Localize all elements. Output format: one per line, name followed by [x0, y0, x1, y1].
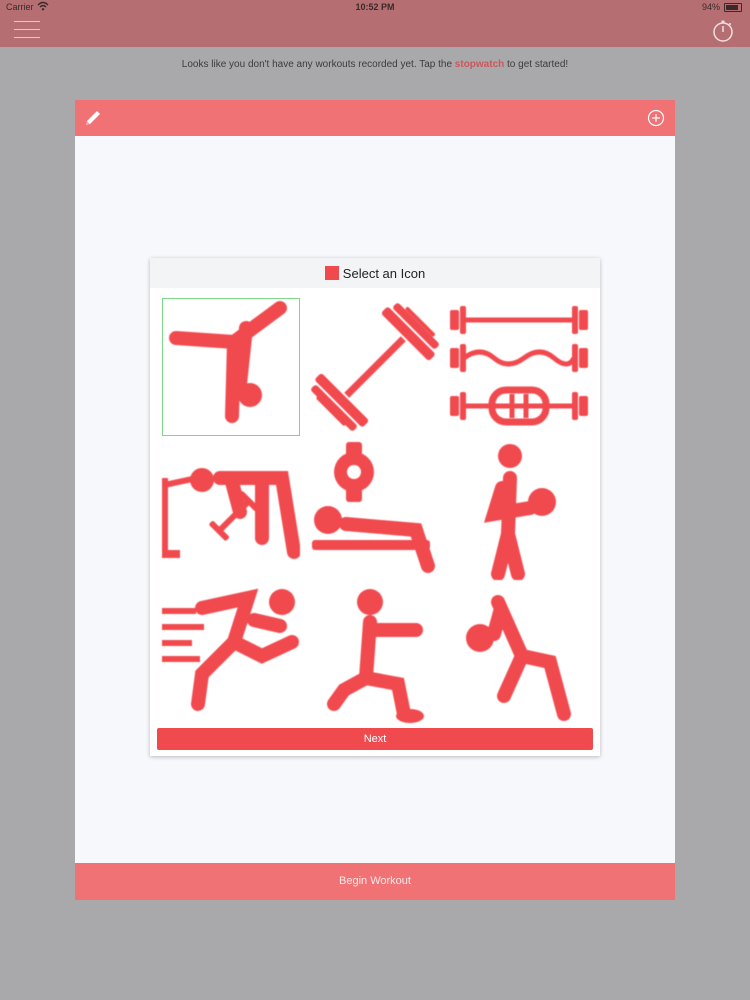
handstand-kick-icon[interactable] — [162, 298, 300, 436]
ball-stretch-icon[interactable] — [450, 586, 588, 724]
dumbbell-icon[interactable] — [306, 298, 444, 436]
color-swatch[interactable] — [324, 266, 339, 280]
nav-bar — [0, 14, 750, 47]
cable-row-icon[interactable] — [162, 442, 300, 580]
card-header — [75, 100, 675, 136]
sprinter-icon[interactable] — [162, 586, 300, 724]
status-bar: Carrier 10:52 PM 94% — [0, 0, 750, 14]
plus-circle-icon[interactable] — [647, 109, 665, 127]
next-button[interactable]: Next — [157, 728, 593, 750]
battery-percent: 94% — [701, 2, 720, 12]
icon-picker-dialog: Select an Icon Next — [150, 258, 600, 756]
message-suffix: to get started! — [504, 59, 569, 70]
pencil-icon[interactable] — [83, 108, 103, 128]
clock: 10:52 PM — [355, 2, 395, 12]
barbells-icon[interactable] — [450, 298, 588, 436]
empty-state-message: Looks like you don't have any workouts r… — [0, 59, 750, 70]
battery-icon — [724, 3, 742, 12]
bench-press-icon[interactable] — [306, 442, 444, 580]
lunge-icon[interactable] — [306, 586, 444, 724]
message-prefix: Looks like you don't have any workouts r… — [181, 59, 455, 70]
stopwatch-icon[interactable] — [712, 20, 734, 42]
icon-grid — [162, 298, 588, 723]
dialog-title-bar: Select an Icon — [150, 258, 600, 288]
begin-workout-button[interactable]: Begin Workout — [75, 863, 675, 900]
dialog-title: Select an Icon — [342, 265, 426, 281]
hamburger-menu-icon[interactable] — [14, 21, 40, 39]
stopwatch-link[interactable]: stopwatch — [455, 59, 504, 70]
medicine-ball-icon[interactable] — [450, 442, 588, 580]
